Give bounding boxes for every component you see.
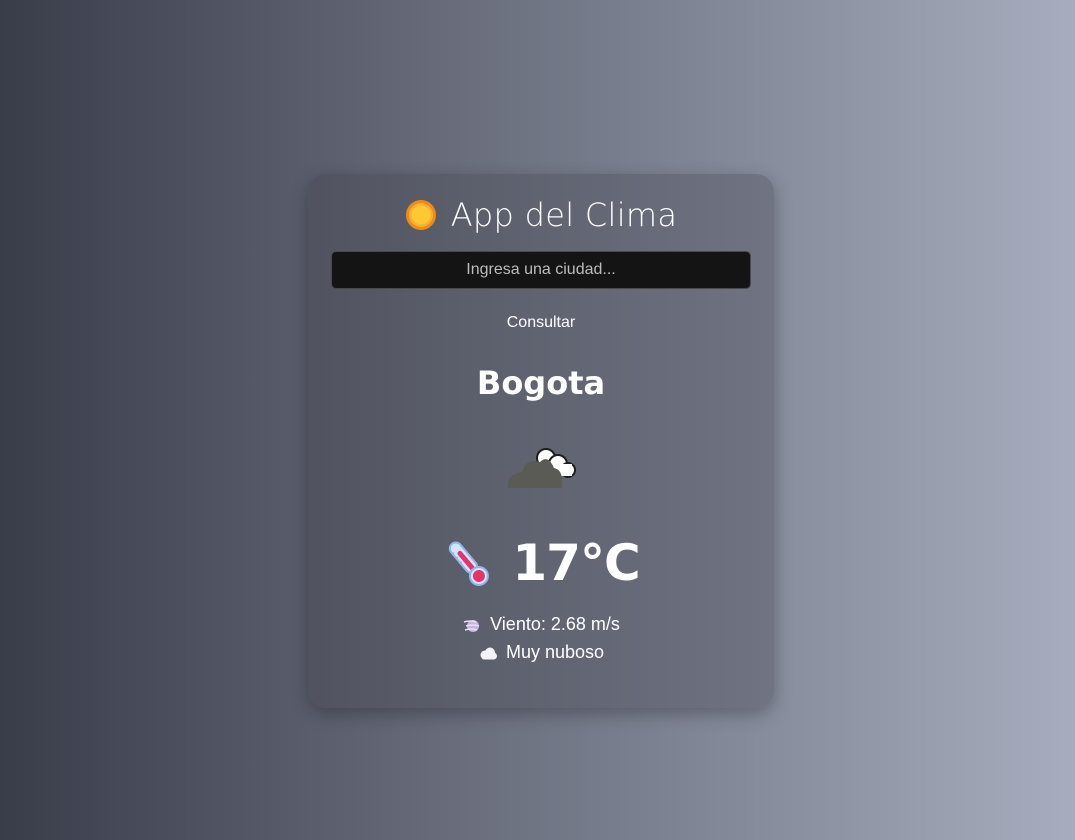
temperature-value: 17°C — [512, 534, 640, 592]
wind-icon — [463, 619, 480, 632]
small-cloud-icon — [480, 647, 497, 659]
sun-icon — [405, 200, 436, 230]
city-name: Bogota — [476, 364, 606, 402]
weather-card: App del Clima Consultar Bogota — [308, 174, 774, 708]
wind-row: Viento: 2.68 m/s — [308, 614, 774, 635]
consult-button[interactable]: Consultar — [491, 310, 591, 336]
wind-text: Viento: 2.68 m/s — [490, 614, 620, 634]
description-text: Muy nuboso — [505, 642, 605, 662]
temperature-row: 17°C — [308, 534, 774, 592]
city-search-input[interactable] — [331, 251, 751, 289]
description-row: Muy nuboso — [308, 642, 774, 663]
thermometer-icon — [449, 541, 490, 587]
app-title: App del Clima — [450, 196, 678, 234]
app-header: App del Clima — [308, 196, 774, 234]
cloud-icon — [507, 448, 576, 488]
